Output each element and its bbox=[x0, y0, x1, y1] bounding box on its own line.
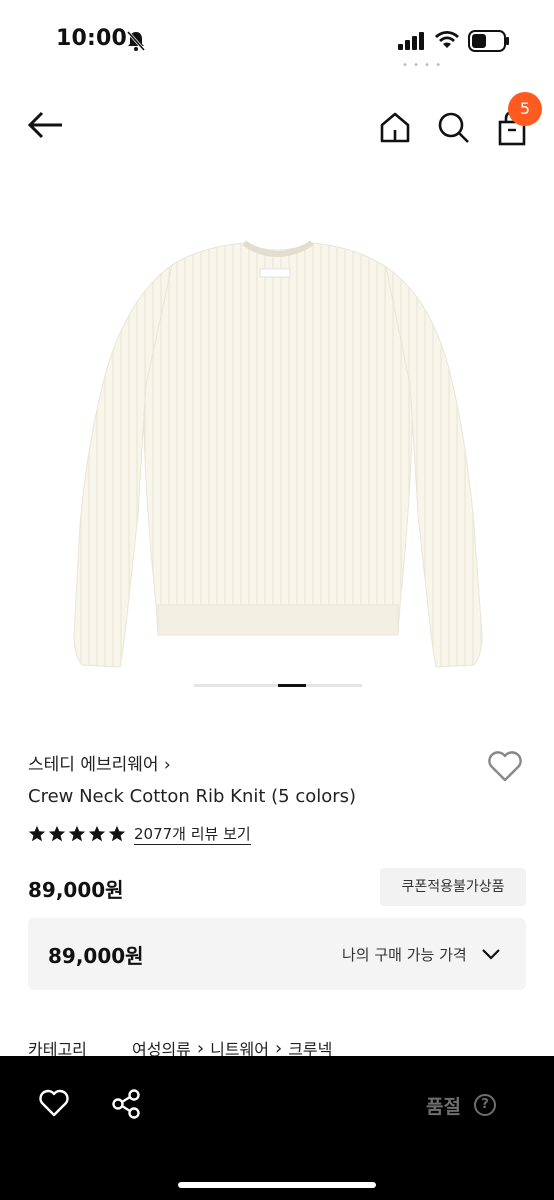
bell-slash-icon bbox=[126, 31, 146, 51]
brand-link[interactable]: 스테디 에브리웨어 › bbox=[28, 750, 171, 775]
carousel-indicator[interactable] bbox=[194, 684, 362, 687]
review-link[interactable]: 2077개 리뷰 보기 bbox=[134, 824, 251, 845]
heart-icon[interactable] bbox=[38, 1088, 70, 1118]
star-icon bbox=[28, 825, 46, 842]
home-icon[interactable] bbox=[378, 110, 412, 144]
status-dots: • • • • bbox=[402, 60, 443, 71]
nav-bar bbox=[0, 90, 554, 160]
carousel-active-segment bbox=[278, 684, 306, 687]
search-icon[interactable] bbox=[436, 110, 470, 144]
status-bar: 10:00 • • • • bbox=[0, 0, 554, 84]
star-rating bbox=[28, 825, 126, 843]
home-indicator bbox=[178, 1182, 376, 1188]
help-icon[interactable]: ? bbox=[474, 1094, 496, 1116]
signal-icon bbox=[398, 32, 424, 50]
my-price-value: 89,000원 bbox=[48, 944, 144, 968]
product-name: Crew Neck Cotton Rib Knit (5 colors) bbox=[28, 786, 357, 807]
product-image[interactable] bbox=[0, 165, 554, 685]
my-price-label: 나의 구매 가능 가격 bbox=[342, 946, 467, 964]
rating-row: 2077개 리뷰 보기 bbox=[28, 822, 251, 846]
wishlist-heart-icon[interactable] bbox=[486, 748, 524, 784]
star-icon bbox=[48, 825, 66, 842]
cart-count-badge: 5 bbox=[508, 92, 542, 126]
chevron-down-icon bbox=[482, 949, 500, 960]
back-arrow-icon[interactable] bbox=[26, 108, 66, 142]
wifi-icon bbox=[435, 31, 459, 48]
star-icon bbox=[108, 825, 126, 842]
my-price-box[interactable]: 89,000원 나의 구매 가능 가격 bbox=[28, 918, 526, 990]
battery-icon bbox=[468, 30, 509, 52]
star-icon bbox=[88, 825, 106, 842]
product-price: 89,000원 bbox=[28, 878, 124, 902]
coupon-badge: 쿠폰적용불가상품 bbox=[380, 868, 526, 906]
status-time: 10:00 bbox=[56, 26, 128, 51]
star-icon bbox=[68, 825, 86, 842]
soldout-label: 품절 bbox=[426, 1096, 461, 1118]
bottom-action-bar: 품절 ? bbox=[0, 1056, 554, 1200]
share-icon[interactable] bbox=[110, 1088, 142, 1120]
sweater-image bbox=[73, 240, 483, 668]
